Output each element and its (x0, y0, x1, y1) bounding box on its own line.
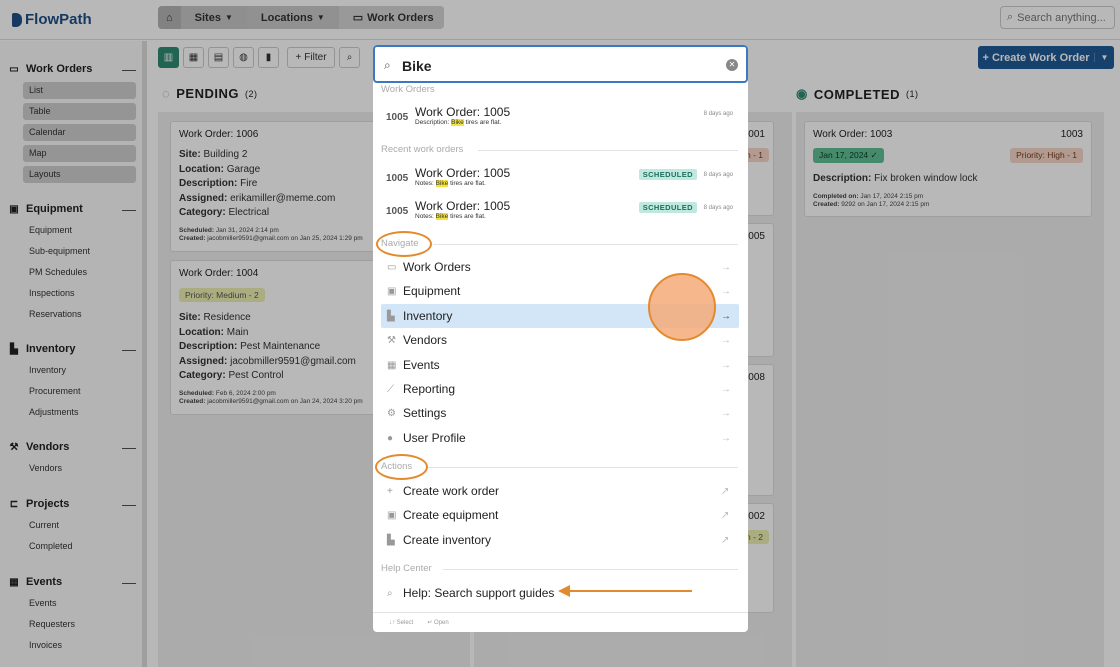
group-label-work-orders: Work Orders (381, 84, 435, 95)
nav-reporting[interactable]: ⟋ Reporting → (381, 377, 739, 401)
nav-user-profile[interactable]: ● User Profile → (381, 426, 739, 450)
palette-search-box: ⌕ ✕ (373, 45, 748, 83)
calendar-icon: ▦ (387, 359, 397, 371)
arrow-right-icon: → (721, 310, 731, 322)
action-create-inventory[interactable]: ▙ Create inventory ↗ (381, 528, 739, 552)
annotation-arrow-head (558, 585, 570, 597)
annotation-arrow (568, 590, 692, 592)
factory-icon: ▙ (387, 310, 395, 322)
annotation-ring-navigate (376, 231, 432, 257)
recent-work-order[interactable]: 1005 Work Order: 1005 Notes: Bike tires … (381, 199, 739, 225)
arrow-up-right-icon: ↗ (721, 534, 730, 546)
arrow-right-icon: → (721, 407, 731, 419)
inbox-icon: ▭ (387, 261, 397, 273)
arrow-right-icon: → (721, 285, 731, 297)
annotation-click-marker (648, 273, 716, 341)
action-create-equipment[interactable]: ▣ Create equipment ↗ (381, 503, 739, 527)
gear-icon: ⚙ (387, 407, 396, 419)
arrow-up-right-icon: ↗ (721, 485, 730, 497)
search-result-work-order[interactable]: 1005 Work Order: 1005 Description: Bike … (381, 105, 739, 131)
search-icon: ⌕ (384, 58, 391, 72)
recent-work-order[interactable]: 1005 Work Order: 1005 Notes: Bike tires … (381, 166, 739, 192)
search-icon: ⌕ (387, 587, 393, 599)
arrow-right-icon: → (721, 383, 731, 395)
divider (428, 467, 738, 468)
palette-footer: ↓↑ Select ↵ Open (373, 612, 748, 632)
arrow-up-right-icon: ↗ (721, 509, 730, 521)
arrow-right-icon: → (721, 261, 731, 273)
clear-icon[interactable]: ✕ (726, 59, 738, 71)
divider (433, 244, 738, 245)
arrow-right-icon: → (721, 432, 731, 444)
chart-icon: ⟋ (387, 383, 394, 395)
toolbox-icon: ▣ (387, 285, 397, 297)
group-label-help: Help Center (381, 563, 432, 574)
nav-settings[interactable]: ⚙ Settings → (381, 401, 739, 425)
user-icon: ● (387, 432, 394, 444)
divider (443, 569, 738, 570)
status-badge: SCHEDULED (638, 202, 697, 213)
group-label-recent: Recent work orders (381, 144, 464, 155)
plus-icon: + (387, 485, 393, 497)
toolbox-icon: ▣ (387, 509, 397, 521)
open-hint: ↵ Open (427, 620, 449, 626)
vendor-icon: ⚒ (387, 334, 396, 346)
nav-events[interactable]: ▦ Events → (381, 353, 739, 377)
arrow-right-icon: → (721, 359, 731, 371)
annotation-ring-actions (375, 454, 428, 480)
status-badge: SCHEDULED (638, 169, 697, 180)
divider (478, 150, 738, 151)
select-hint: ↓↑ Select (389, 619, 414, 626)
factory-icon: ▙ (387, 534, 395, 546)
palette-search-input[interactable] (402, 55, 702, 77)
action-create-work-order[interactable]: + Create work order ↗ (381, 479, 739, 503)
arrow-right-icon: → (721, 334, 731, 346)
